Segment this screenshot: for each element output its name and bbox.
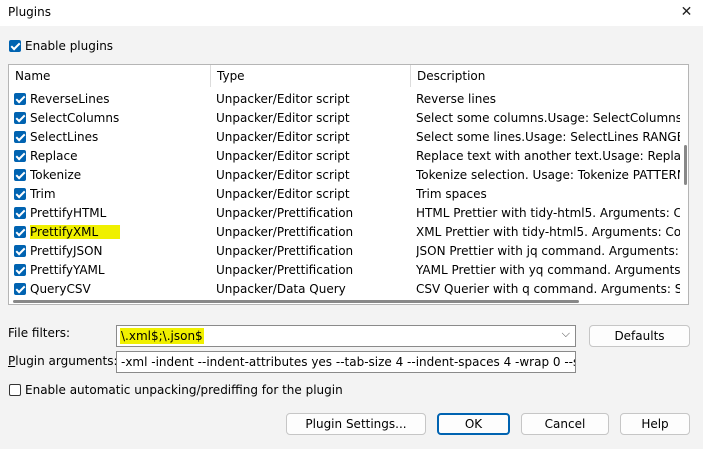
row-checkbox[interactable] — [14, 245, 26, 257]
row-name-cell: SelectLines — [30, 128, 208, 147]
row-description: Tokenize selection. Usage: Tokenize PATT… — [416, 168, 680, 182]
chevron-down-icon[interactable]: ⌵ — [562, 327, 570, 341]
row-name-cell: Trim — [30, 185, 208, 204]
table-row[interactable]: Trim Unpacker/Editor script Trim spaces — [9, 185, 681, 204]
vertical-scrollbar[interactable] — [681, 87, 688, 301]
row-name: Trim — [30, 187, 56, 201]
row-description: XML Prettier with tidy-html5. Arguments:… — [416, 225, 680, 239]
row-description: Select some lines.Usage: SelectLines RAN… — [416, 130, 680, 144]
plugin-arguments-label: Plugin arguments: — [8, 354, 118, 368]
row-type: Unpacker/Prettification — [216, 244, 354, 258]
row-name-cell: PrettifyHTML — [30, 204, 208, 223]
row-name: ReverseLines — [30, 92, 110, 106]
row-type: Unpacker/Data Query — [216, 282, 346, 296]
defaults-button[interactable]: Defaults — [589, 325, 690, 347]
row-name-cell: QueryCSV — [30, 280, 208, 299]
row-name: PrettifyJSON — [30, 244, 103, 258]
row-type: Unpacker/Editor script — [216, 187, 350, 201]
row-checkbox[interactable] — [14, 112, 26, 124]
row-checkbox[interactable] — [14, 283, 26, 295]
table-row[interactable]: PrettifyXML Unpacker/Prettification XML Pr… — [9, 223, 681, 242]
row-name-cell: ReverseLines — [30, 90, 208, 109]
row-type: Unpacker/Prettification — [216, 206, 354, 220]
row-type: Unpacker/Prettification — [216, 263, 354, 277]
row-name: QueryCSV — [30, 282, 91, 296]
cancel-button[interactable]: Cancel — [521, 413, 609, 435]
auto-unpack-checkbox[interactable] — [9, 384, 21, 396]
column-header-name[interactable]: Name — [9, 65, 211, 87]
row-checkbox[interactable] — [14, 131, 26, 143]
table-row[interactable]: QueryCSV Unpacker/Data Query CSV Querier w… — [9, 280, 681, 299]
enable-plugins-label[interactable]: Enable plugins — [25, 39, 113, 53]
list-header: Name Type Description — [9, 65, 688, 87]
plugin-arguments-value: -xml -indent --indent-attributes yes --t… — [121, 355, 576, 369]
file-filters-value: \.xml$;\.json$ — [120, 328, 204, 344]
window-title: Plugins — [8, 5, 51, 19]
horizontal-scroll-thumb[interactable] — [13, 300, 579, 303]
row-type: Unpacker/Editor script — [216, 149, 350, 163]
table-row[interactable]: SelectColumns Unpacker/Editor script Selec… — [9, 109, 681, 128]
column-header-type[interactable]: Type — [211, 65, 411, 87]
row-checkbox[interactable] — [14, 169, 26, 181]
help-button[interactable]: Help — [620, 413, 690, 435]
plugins-list[interactable]: Name Type Description ReverseLines Unpack… — [8, 64, 689, 305]
row-description: Select some columns.Usage: SelectColumns… — [416, 111, 680, 125]
plugin-arguments-label-rest: lugin arguments: — [15, 354, 118, 368]
file-filters-combobox[interactable]: \.xml$;\.json$ ⌵ — [116, 325, 576, 347]
row-name-cell: PrettifyYAML — [30, 261, 208, 280]
row-description: JSON Prettier with jq command. Arguments… — [416, 244, 680, 258]
row-name-cell: PrettifyXML — [30, 223, 208, 242]
row-name-cell: Replace — [30, 147, 208, 166]
close-icon[interactable]: ✕ — [670, 0, 703, 26]
plugin-settings-button[interactable]: Plugin Settings... — [286, 413, 426, 435]
table-row[interactable]: Tokenize Unpacker/Editor script Tokenize s… — [9, 166, 681, 185]
auto-unpack-label[interactable]: Enable automatic unpacking/prediffing fo… — [25, 383, 343, 397]
file-filters-label: File filters: — [8, 326, 71, 340]
row-name: PrettifyHTML — [30, 206, 107, 220]
row-checkbox[interactable] — [14, 264, 26, 276]
row-checkbox[interactable] — [14, 150, 26, 162]
row-name-cell: PrettifyJSON — [30, 242, 208, 261]
row-description: CSV Querier with q command. Arguments: S… — [416, 282, 680, 296]
row-name-cell: Tokenize — [30, 166, 208, 185]
row-type: Unpacker/Editor script — [216, 111, 350, 125]
table-row[interactable]: Replace Unpacker/Editor script Replace tex… — [9, 147, 681, 166]
title-bar: Plugins ✕ — [0, 0, 703, 26]
row-description: Reverse lines — [416, 92, 496, 106]
row-description: Replace text with another text.Usage: Re… — [416, 149, 680, 163]
row-type: Unpacker/Editor script — [216, 92, 350, 106]
row-name: Tokenize — [30, 168, 82, 182]
row-checkbox[interactable] — [14, 207, 26, 219]
row-description: Trim spaces — [416, 187, 487, 201]
table-row[interactable]: PrettifyHTML Unpacker/Prettification HTML … — [9, 204, 681, 223]
row-type: Unpacker/Editor script — [216, 168, 350, 182]
row-name-cell: SelectColumns — [30, 109, 208, 128]
row-type: Unpacker/Editor script — [216, 130, 350, 144]
row-name: SelectLines — [30, 130, 99, 144]
enable-plugins-checkbox[interactable] — [9, 40, 21, 52]
table-row[interactable]: ReverseLines Unpacker/Editor script Revers… — [9, 90, 681, 109]
column-header-description[interactable]: Description — [411, 65, 688, 87]
row-type: Unpacker/Prettification — [216, 225, 354, 239]
row-name: PrettifyYAML — [30, 263, 105, 277]
plugin-arguments-input[interactable]: -xml -indent --indent-attributes yes --t… — [116, 351, 576, 373]
table-row[interactable]: PrettifyYAML Unpacker/Prettification YAML … — [9, 261, 681, 280]
vertical-scroll-thumb[interactable] — [684, 145, 687, 185]
table-row[interactable]: SelectLines Unpacker/Editor script Select … — [9, 128, 681, 147]
table-row[interactable]: PrettifyJSON Unpacker/Prettification JSON … — [9, 242, 681, 261]
ok-button[interactable]: OK — [437, 413, 510, 435]
row-description: YAML Prettier with yq command. Arguments… — [416, 263, 680, 277]
row-checkbox[interactable] — [14, 93, 26, 105]
row-checkbox[interactable] — [14, 188, 26, 200]
row-name: SelectColumns — [30, 111, 120, 125]
row-name: PrettifyXML — [30, 225, 121, 239]
row-description: HTML Prettier with tidy-html5. Arguments… — [416, 206, 680, 220]
row-checkbox[interactable] — [14, 226, 26, 238]
row-name: Replace — [30, 149, 78, 163]
